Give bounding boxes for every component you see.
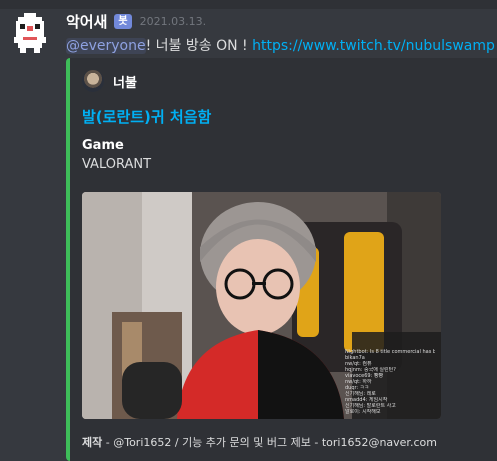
- message-text: ! 너불 방송 ON !: [145, 38, 253, 54]
- bot-tag: 봇: [114, 13, 132, 29]
- embed-footer-text: - @Tori1652 / 기능 추가 문의 및 버그 제보 - tori165…: [102, 436, 437, 449]
- embed-author-name[interactable]: 너불: [113, 72, 137, 91]
- embed-field-value: VALORANT: [82, 157, 152, 172]
- bot-avatar[interactable]: [14, 13, 46, 53]
- author-avatar-icon: [82, 70, 104, 92]
- stream-link[interactable]: https://www.twitch.tv/nubulswamp: [252, 38, 495, 54]
- top-divider-strip: [0, 0, 497, 9]
- stream-thumbnail-image[interactable]: Nightbot: Is 8 title commercial has been…: [82, 192, 441, 419]
- embed-author: 너불: [82, 70, 137, 92]
- chat-overlay-line: 알로이: 시작해보: [345, 409, 381, 415]
- embed-field-name: Game: [82, 138, 124, 153]
- embed-footer-bold: 제작: [82, 436, 103, 449]
- everyone-mention[interactable]: @everyone: [66, 38, 146, 54]
- rich-embed: 너불 발(로란트)귀 처음함 Game VALORANT Nightbot: I…: [66, 58, 497, 461]
- message-content: @everyone! 너불 방송 ON ! https://www.twitch…: [66, 36, 497, 56]
- username[interactable]: 악어새: [66, 11, 107, 32]
- stream-chat-overlay: Nightbot: Is 8 title commercial has been…: [345, 349, 435, 415]
- chat-message: 악어새 봇 2021.03.13. @everyone! 너불 방송 ON ! …: [0, 9, 497, 461]
- embed-footer: 제작 - @Tori1652 / 기능 추가 문의 및 버그 제보 - tori…: [82, 434, 437, 450]
- timestamp: 2021.03.13.: [139, 14, 207, 28]
- message-header: 악어새 봇 2021.03.13.: [66, 11, 206, 31]
- embed-title[interactable]: 발(로란트)귀 처음함: [82, 106, 211, 127]
